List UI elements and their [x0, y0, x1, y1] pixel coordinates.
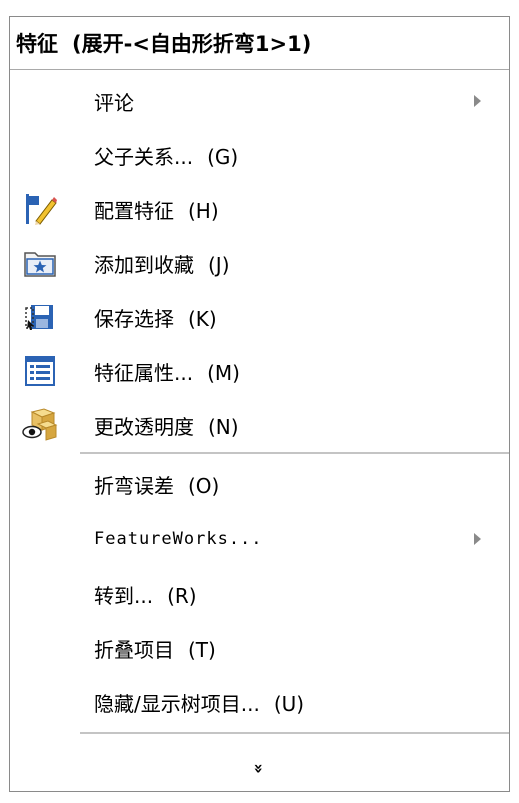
- menu-item-add-to-favorites[interactable]: 添加到收藏 (J): [10, 239, 509, 287]
- menu-item-shortcut: (N): [208, 414, 239, 439]
- change-transparency-icon: [22, 407, 58, 443]
- submenu-arrow-icon: [474, 533, 481, 545]
- chevron-double-down-icon: »: [250, 762, 269, 774]
- menu-header: 特征 (展开-<自由形折弯1>1): [10, 17, 509, 70]
- context-menu: 特征 (展开-<自由形折弯1>1) 评论 父子关系... (G) 配置特征 (H): [9, 16, 510, 792]
- configure-feature-icon: [22, 191, 58, 227]
- menu-item-bend-error[interactable]: 折弯误差 (O): [10, 460, 509, 508]
- menu-header-title: 特征: [16, 32, 58, 56]
- menu-item-label: 转到... (R): [94, 583, 197, 608]
- menu-item-label: FeatureWorks...: [94, 529, 263, 549]
- expand-menu-button[interactable]: »: [10, 744, 509, 792]
- menu-item-label: 更改透明度 (N): [94, 414, 239, 439]
- menu-item-label: 添加到收藏 (J): [94, 252, 230, 277]
- menu-separator: [80, 732, 509, 734]
- menu-item-go-to[interactable]: 转到... (R): [10, 570, 509, 618]
- menu-item-label: 特征属性... (M): [94, 360, 240, 385]
- menu-item-label: 折叠项目 (T): [94, 637, 216, 662]
- menu-item-label: 评论: [94, 90, 134, 115]
- add-to-favorites-icon: [22, 245, 58, 281]
- menu-item-label: 配置特征 (H): [94, 198, 219, 223]
- menu-item-feature-properties[interactable]: 特征属性... (M): [10, 347, 509, 395]
- menu-item-shortcut: (H): [188, 198, 219, 223]
- submenu-arrow-icon: [474, 95, 481, 107]
- menu-item-parent-child[interactable]: 父子关系... (G): [10, 131, 509, 179]
- menu-item-comment[interactable]: 评论: [10, 77, 509, 125]
- menu-header-context: (展开-<自由形折弯1>1): [72, 32, 312, 56]
- menu-item-hide-show-tree-items[interactable]: 隐藏/显示树项目... (U): [10, 678, 509, 726]
- menu-item-shortcut: (G): [207, 144, 239, 169]
- menu-item-shortcut: (T): [188, 637, 216, 662]
- save-selection-icon: [22, 299, 58, 335]
- menu-item-featureworks[interactable]: FeatureWorks...: [10, 515, 509, 563]
- menu-item-shortcut: (R): [167, 583, 197, 608]
- menu-item-shortcut: (K): [188, 306, 217, 331]
- menu-separator: [80, 452, 509, 454]
- menu-item-collapse-items[interactable]: 折叠项目 (T): [10, 624, 509, 672]
- menu-item-shortcut: (U): [273, 691, 305, 716]
- menu-item-change-transparency[interactable]: 更改透明度 (N): [10, 401, 509, 449]
- menu-item-shortcut: (J): [208, 252, 230, 277]
- menu-item-shortcut: (O): [188, 473, 220, 498]
- menu-item-configure-feature[interactable]: 配置特征 (H): [10, 185, 509, 233]
- menu-item-label: 保存选择 (K): [94, 306, 217, 331]
- menu-item-save-selection[interactable]: 保存选择 (K): [10, 293, 509, 341]
- feature-properties-icon: [22, 353, 58, 389]
- menu-item-label: 隐藏/显示树项目... (U): [94, 691, 305, 716]
- menu-item-label: 父子关系... (G): [94, 144, 239, 169]
- menu-item-shortcut: (M): [207, 360, 240, 385]
- menu-item-label: 折弯误差 (O): [94, 473, 220, 498]
